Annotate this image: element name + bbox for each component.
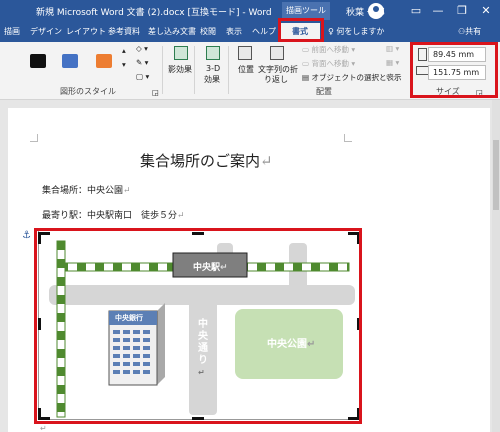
tab-draw[interactable]: 描画 — [4, 26, 20, 37]
style-swatch-blue[interactable] — [62, 54, 78, 68]
align-icon[interactable]: ▥ ▾ — [386, 44, 399, 53]
paragraph-mark: ↵ — [123, 186, 131, 196]
share-label: 共有 — [465, 27, 482, 36]
park-label-text: 中央公園 — [267, 339, 307, 350]
margin-mark-right — [344, 134, 352, 142]
resize-handle-right[interactable] — [357, 318, 360, 330]
group-icon[interactable]: ▦ ▾ — [386, 58, 399, 67]
station-label: 中央駅↵ — [193, 260, 228, 273]
width-input[interactable]: 151.75 mm — [428, 65, 486, 80]
street-label-text: 中央通り — [198, 319, 208, 366]
shape-effects-icon[interactable]: ▢ ▾ — [136, 72, 149, 81]
shape-styles-group-label: 図形のスタイル — [60, 87, 116, 96]
ribbon-tabs: 描画 デザイン レイアウト 参考資料 差し込み文書 校閲 表示 ヘルプ 書式 ♀… — [0, 22, 500, 42]
wrap-text-label-2[interactable]: り返し — [264, 74, 288, 85]
tell-me-label: 何をしますか — [336, 27, 385, 36]
separator — [228, 46, 229, 94]
resize-handle-top-right[interactable] — [348, 232, 360, 244]
bring-forward-button[interactable]: ▭ 前面へ移動 ▾ — [302, 44, 355, 55]
nearest-station-text: 最寄り駅：中央駅南口 徒歩５分 — [42, 211, 178, 221]
paragraph-mark: ↵ — [220, 263, 228, 273]
line-break-icon: ↵ — [198, 368, 205, 377]
shadow-effects-icon[interactable] — [174, 46, 188, 60]
separator — [162, 46, 163, 94]
send-backward-button[interactable]: ▭ 背面へ移動 ▾ — [302, 58, 355, 69]
3d-effects-label-1[interactable]: 3-D — [206, 64, 220, 73]
position-label[interactable]: 位置 — [238, 64, 254, 75]
paragraph-mark: ↵ — [40, 424, 47, 432]
anchor-icon: ⚓ — [22, 230, 31, 241]
bank-label: 中央銀行 — [115, 314, 143, 322]
dialog-launcher-icon[interactable]: ◲ — [152, 88, 159, 97]
tab-layout[interactable]: レイアウト — [66, 26, 106, 37]
document-title-text: 集合場所のご案内 — [140, 152, 261, 170]
styles-scroll-icon[interactable]: ▴ — [122, 46, 126, 55]
tab-references[interactable]: 参考資料 — [108, 26, 140, 37]
style-swatch-black[interactable] — [30, 54, 46, 68]
paragraph-mark: ↵ — [307, 339, 316, 350]
nearest-station-line[interactable]: 最寄り駅：中央駅南口 徒歩５分↵ — [42, 208, 185, 221]
tab-design[interactable]: デザイン — [30, 26, 62, 37]
drawing-tools-label: 描画ツール — [282, 2, 330, 20]
rotate-icon[interactable]: ⟳ ▾ — [386, 72, 398, 81]
station-label-text: 中央駅 — [193, 263, 221, 273]
vertical-scrollbar[interactable] — [492, 100, 500, 432]
tell-me-search[interactable]: ♀ 何をしますか — [328, 26, 384, 37]
position-icon[interactable] — [238, 46, 252, 60]
paragraph-mark: ↵ — [260, 152, 273, 170]
height-icon — [418, 48, 427, 61]
separator — [194, 46, 195, 94]
shape-fill-icon[interactable]: ◇ ▾ — [136, 44, 148, 53]
size-dialog-launcher-icon[interactable]: ◲ — [476, 88, 483, 97]
meeting-place-line[interactable]: 集合場所：中央公園↵ — [42, 183, 131, 196]
ribbon-display-icon[interactable]: ▭ — [404, 2, 428, 20]
street-label: 中央通り ↵ — [198, 319, 208, 379]
scroll-thumb[interactable] — [493, 140, 499, 210]
resize-handle-top[interactable] — [192, 232, 204, 235]
tab-help[interactable]: ヘルプ — [252, 26, 276, 37]
resize-handle-bottom-left[interactable] — [38, 408, 50, 420]
arrange-group-label: 配置 — [316, 87, 332, 96]
3d-effects-label-2[interactable]: 効果 — [204, 74, 220, 85]
margin-mark-left — [30, 134, 38, 142]
restore-button[interactable]: ❐ — [450, 2, 474, 20]
resize-handle-bottom[interactable] — [192, 417, 204, 420]
separator — [410, 46, 411, 94]
resize-handle-top-left[interactable] — [38, 232, 50, 244]
size-group-label: サイズ — [436, 87, 460, 96]
bring-forward-label: 前面へ移動 — [311, 45, 349, 54]
resize-handle-left[interactable] — [38, 318, 41, 330]
park-label: 中央公園↵ — [267, 335, 315, 350]
tab-view[interactable]: 表示 — [226, 26, 242, 37]
styles-more-icon[interactable]: ▾ — [122, 60, 126, 69]
close-button[interactable]: ✕ — [474, 2, 498, 20]
shape-outline-icon[interactable]: ✎ ▾ — [136, 58, 148, 67]
tab-format[interactable]: 書式 — [280, 23, 320, 42]
3d-effects-icon[interactable] — [206, 46, 220, 60]
bank-side — [157, 303, 165, 385]
ribbon: ▴ ▾ ◇ ▾ ✎ ▾ ▢ ▾ 図形のスタイル ◲ 影効果 3-D 効果 位置 … — [0, 42, 500, 100]
meeting-place-text: 集合場所：中央公園 — [42, 186, 124, 196]
paragraph-mark: ↵ — [177, 211, 185, 221]
style-swatch-orange[interactable] — [96, 54, 112, 68]
map-canvas[interactable]: 中央駅↵ 中央銀行 中央通り↵ 中央公園↵ — [38, 230, 360, 420]
document-title[interactable]: 集合場所のご案内↵ — [140, 150, 273, 171]
share-button[interactable]: ⚇共有 — [458, 26, 481, 37]
avatar[interactable] — [368, 3, 384, 19]
tab-mailings[interactable]: 差し込み文書 — [148, 26, 196, 37]
title-bar: 新規 Microsoft Word 文書 (2).docx [互換モード] - … — [0, 0, 500, 22]
minimize-button[interactable]: — — [426, 2, 450, 20]
tab-review[interactable]: 校閲 — [200, 26, 216, 37]
height-input[interactable]: 89.45 mm — [428, 47, 486, 62]
send-backward-label: 背面へ移動 — [311, 59, 349, 68]
wrap-text-icon[interactable] — [270, 46, 284, 60]
resize-handle-bottom-right[interactable] — [348, 408, 360, 420]
window-title: 新規 Microsoft Word 文書 (2).docx [互換モード] - … — [36, 8, 272, 18]
shadow-effects-label[interactable]: 影効果 — [168, 64, 192, 75]
